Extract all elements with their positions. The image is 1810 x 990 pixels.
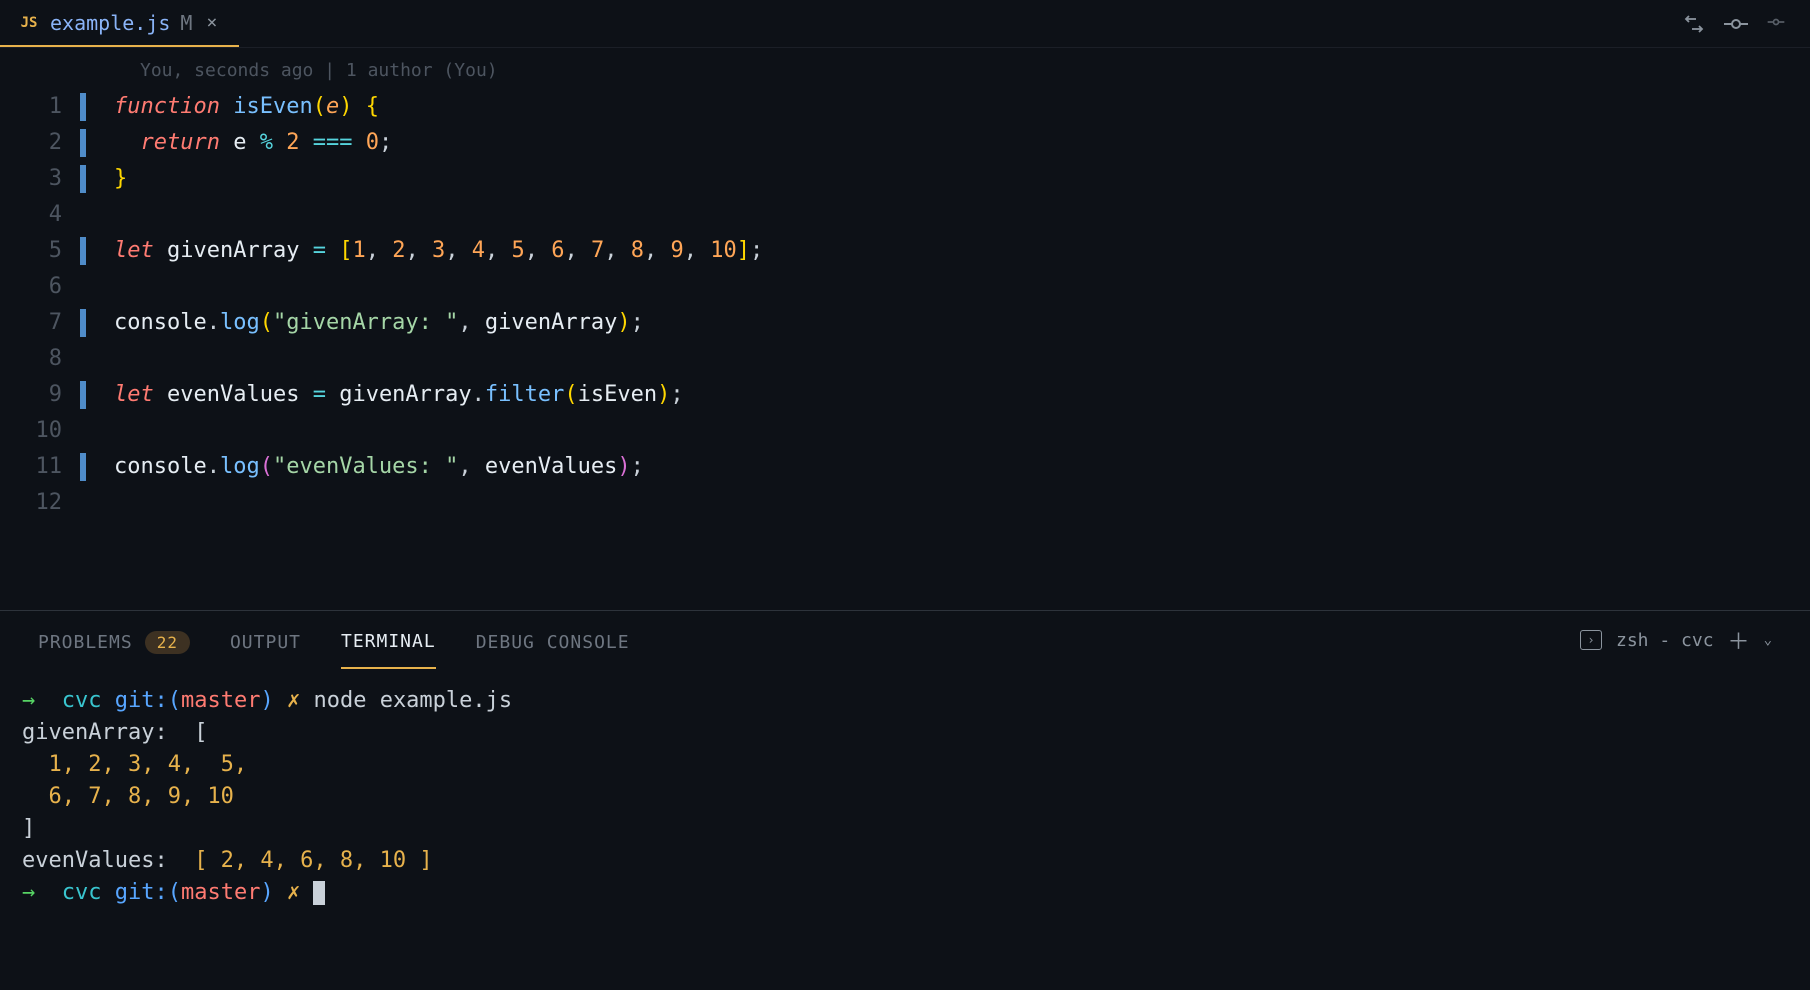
terminal-output[interactable]: → cvc git:(master) ✗ node example.js giv… — [0, 669, 1810, 990]
prompt-dirty-indicator: ✗ — [287, 688, 300, 713]
code-content: let givenArray = [1, 2, 3, 4, 5, 6, 7, 8… — [114, 233, 763, 269]
gutter-modified-marker — [80, 453, 86, 481]
code-line[interactable]: 5 let givenArray = [1, 2, 3, 4, 5, 6, 7, … — [0, 233, 1810, 269]
code-editor[interactable]: You, seconds ago | 1 author (You) 1 funct… — [0, 48, 1810, 610]
output-bracket: [ — [194, 720, 207, 745]
line-number: 7 — [0, 305, 80, 341]
tab-output-label: OUTPUT — [230, 632, 301, 653]
problems-count-badge: 22 — [145, 631, 190, 654]
line-number: 2 — [0, 125, 80, 161]
code-line[interactable]: 7 console.log("givenArray: ", givenArray)… — [0, 305, 1810, 341]
code-line[interactable]: 10 — [0, 413, 1810, 449]
prompt-paren-open-2: ( — [168, 880, 181, 905]
code-line[interactable]: 12 — [0, 485, 1810, 521]
code-content: return e % 2 === 0; — [114, 125, 392, 161]
code-area[interactable]: 1function isEven(e) {2 return e % 2 === … — [0, 89, 1810, 610]
tab-problems-label: PROBLEMS — [38, 632, 133, 653]
code-content: } — [114, 161, 127, 197]
gutter-modified-marker — [80, 345, 86, 373]
prompt-branch-2: master — [181, 880, 260, 905]
gutter-modified-marker — [80, 381, 86, 409]
tab-filename: example.js — [50, 11, 170, 35]
prompt-branch: master — [181, 688, 260, 713]
code-line[interactable]: 2 return e % 2 === 0; — [0, 125, 1810, 161]
prompt-paren-open: ( — [168, 688, 181, 713]
new-terminal-icon[interactable]: ＋ — [1728, 624, 1750, 656]
prompt-arrow-2: → — [22, 880, 35, 905]
code-line[interactable]: 6 — [0, 269, 1810, 305]
tab-terminal-label: TERMINAL — [341, 631, 436, 652]
gutter-modified-marker — [80, 489, 86, 517]
tab-output[interactable]: OUTPUT — [230, 611, 301, 669]
output-even-label: evenValues: — [22, 848, 194, 873]
tab-debug-label: DEBUG CONSOLE — [476, 632, 630, 653]
panel-tab-bar: PROBLEMS 22 OUTPUT TERMINAL DEBUG CONSOL… — [0, 611, 1810, 669]
editor-tab-example-js[interactable]: JS example.js M × — [0, 0, 239, 47]
compare-changes-icon[interactable] — [1682, 12, 1706, 36]
output-given-row2: 6, 7, 8, 9, 10 — [22, 784, 234, 809]
line-number: 11 — [0, 449, 80, 485]
line-number: 1 — [0, 89, 80, 125]
code-content: console.log("evenValues: ", evenValues); — [114, 449, 644, 485]
code-line[interactable]: 11 console.log("evenValues: ", evenValues… — [0, 449, 1810, 485]
tab-debug-console[interactable]: DEBUG CONSOLE — [476, 611, 630, 669]
gutter-modified-marker — [80, 93, 86, 121]
bottom-panel: PROBLEMS 22 OUTPUT TERMINAL DEBUG CONSOL… — [0, 610, 1810, 990]
terminal-command: node example.js — [313, 688, 512, 713]
prompt-paren-close-2: ) — [260, 880, 273, 905]
output-even-values: [ 2, 4, 6, 8, 10 ] — [194, 848, 432, 873]
code-line[interactable]: 1 function isEven(e) { — [0, 89, 1810, 125]
code-content: let evenValues = givenArray.filter(isEve… — [114, 377, 684, 413]
line-number: 3 — [0, 161, 80, 197]
js-file-icon: JS — [18, 12, 40, 34]
terminal-shell-label[interactable]: zsh - cvc — [1616, 630, 1714, 651]
gutter-modified-marker — [80, 129, 86, 157]
gutter-modified-marker — [80, 165, 86, 193]
prompt-dir-2: cvc — [62, 880, 102, 905]
tab-terminal[interactable]: TERMINAL — [341, 611, 436, 669]
gutter-modified-marker — [80, 309, 86, 337]
line-number: 12 — [0, 485, 80, 521]
commit-small-icon[interactable] — [1766, 12, 1790, 36]
prompt-dirty-2: ✗ — [287, 880, 300, 905]
output-bracket-close: ] — [22, 816, 35, 841]
terminal-shell-icon[interactable]: › — [1580, 630, 1602, 650]
gutter-modified-marker — [80, 273, 86, 301]
gutter-modified-marker — [80, 417, 86, 445]
gutter-modified-marker — [80, 237, 86, 265]
tab-problems[interactable]: PROBLEMS 22 — [38, 611, 190, 669]
editor-toolbar — [1682, 12, 1810, 36]
code-line[interactable]: 3} — [0, 161, 1810, 197]
line-number: 8 — [0, 341, 80, 377]
commit-graph-icon[interactable] — [1724, 12, 1748, 36]
output-given-label: givenArray: — [22, 720, 194, 745]
gutter-modified-marker — [80, 201, 86, 229]
prompt-paren-close: ) — [260, 688, 273, 713]
prompt-git-label-2: git: — [115, 880, 168, 905]
line-number: 9 — [0, 377, 80, 413]
terminal-cursor — [313, 881, 325, 905]
line-number: 4 — [0, 197, 80, 233]
line-number: 10 — [0, 413, 80, 449]
code-line[interactable]: 4 — [0, 197, 1810, 233]
close-icon[interactable]: × — [202, 12, 221, 33]
code-line[interactable]: 8 — [0, 341, 1810, 377]
terminal-dropdown-icon[interactable]: ⌄ — [1764, 632, 1772, 648]
code-content: function isEven(e) { — [114, 89, 379, 125]
git-blame-annotation: You, seconds ago | 1 author (You) — [0, 60, 1810, 81]
output-given-row1: 1, 2, 3, 4, 5, — [22, 752, 247, 777]
line-number: 6 — [0, 269, 80, 305]
tab-modified-indicator: M — [180, 11, 192, 35]
prompt-arrow: → — [22, 688, 35, 713]
tab-bar: JS example.js M × — [0, 0, 1810, 48]
terminal-toolbar: › zsh - cvc ＋ ⌄ — [1580, 624, 1772, 656]
prompt-dir: cvc — [62, 688, 102, 713]
code-line[interactable]: 9 let evenValues = givenArray.filter(isEv… — [0, 377, 1810, 413]
line-number: 5 — [0, 233, 80, 269]
code-content: console.log("givenArray: ", givenArray); — [114, 305, 644, 341]
prompt-git-label: git: — [115, 688, 168, 713]
